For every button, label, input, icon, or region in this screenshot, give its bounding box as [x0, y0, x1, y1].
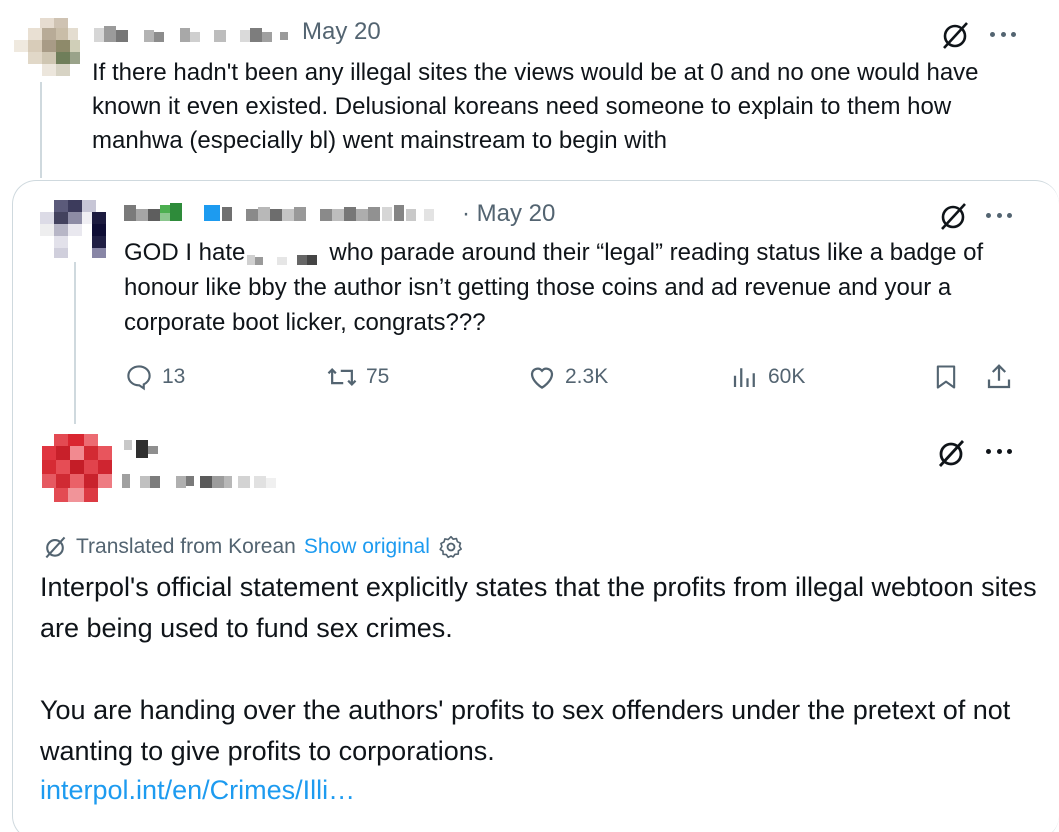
more-icon[interactable]	[988, 19, 1018, 49]
repost-count: 75	[366, 365, 390, 388]
views-count: 60K	[768, 365, 806, 388]
tweet-text: If there hadn't been any illegal sites t…	[92, 59, 979, 154]
views-icon	[733, 368, 755, 387]
more-icon[interactable]	[984, 436, 1014, 466]
avatar[interactable]	[40, 432, 114, 504]
more-icon[interactable]	[984, 200, 1014, 230]
reply-button[interactable]: 13	[124, 360, 185, 394]
reply-count: 13	[162, 365, 186, 388]
tweet-text: GOD I hate who parade around their “legal…	[124, 235, 1024, 340]
tweet-text-before: GOD I hate	[124, 239, 246, 266]
avatar[interactable]	[36, 196, 108, 262]
views-button[interactable]: 60K	[730, 360, 805, 394]
tweet-paragraph: You are handing over the authors' profit…	[40, 695, 1011, 766]
blurred-display-name[interactable]	[94, 22, 294, 46]
translated-label: Translated from Korean	[76, 535, 296, 558]
grok-icon[interactable]	[936, 438, 966, 468]
grok-icon	[45, 536, 66, 559]
show-original-link[interactable]: Show original	[304, 535, 430, 559]
blurred-display-name[interactable]	[124, 201, 454, 225]
thread-line	[74, 262, 76, 424]
bookmark-icon	[936, 365, 956, 389]
gear-icon[interactable]	[438, 534, 464, 560]
like-count: 2.3K	[565, 365, 609, 388]
tweet-link[interactable]: interpol.int/en/Crimes/Illi…	[40, 775, 355, 806]
tweet-date[interactable]: · May 20	[462, 200, 555, 228]
blurred-word	[247, 244, 327, 265]
like-button[interactable]: 2.3K	[527, 360, 608, 394]
tweet-text: Interpol's official statement explicitly…	[40, 567, 1040, 772]
bookmark-button[interactable]	[932, 360, 968, 394]
share-icon	[987, 364, 1011, 389]
grok-icon[interactable]	[938, 201, 968, 231]
thread-line	[40, 82, 42, 178]
reply-icon	[127, 365, 151, 391]
tweet-date[interactable]: May 20	[302, 18, 381, 46]
tweet-paragraph: Interpol's official statement explicitly…	[40, 572, 1037, 643]
blurred-display-name[interactable]	[120, 436, 320, 496]
grok-icon[interactable]	[940, 20, 970, 50]
repost-icon	[327, 368, 357, 386]
repost-button[interactable]: 75	[326, 360, 389, 394]
avatar[interactable]	[14, 14, 80, 80]
like-icon	[530, 367, 554, 389]
translation-bar: Translated from Korean Show original	[42, 532, 464, 562]
share-button[interactable]	[984, 360, 1022, 394]
